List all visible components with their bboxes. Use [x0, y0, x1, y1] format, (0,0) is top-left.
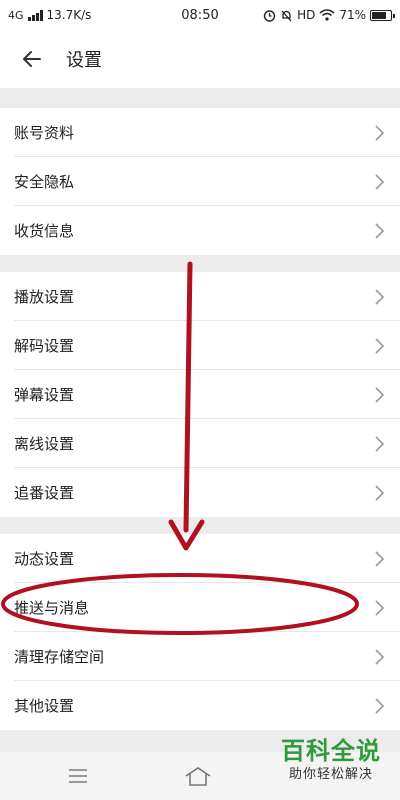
list-item-label: 推送与消息 [14, 599, 90, 617]
status-right: HD 71% [263, 8, 395, 22]
chevron-right-icon [375, 599, 385, 616]
list-item-offline-settings[interactable]: 离线设置 [0, 419, 400, 468]
alarm-icon [263, 9, 276, 22]
list-item-label: 收货信息 [14, 222, 75, 240]
list-item-playback-settings[interactable]: 播放设置 [0, 272, 400, 321]
status-left: 4G 13.7K/s [8, 8, 91, 22]
settings-group-account: 账号资料 安全隐私 收货信息 [0, 108, 400, 255]
list-item-account-profile[interactable]: 账号资料 [0, 108, 400, 157]
list-item-follow-settings[interactable]: 追番设置 [0, 468, 400, 517]
list-item-label: 解码设置 [14, 337, 75, 355]
arrow-left-icon[interactable] [12, 39, 52, 79]
list-item-label: 账号资料 [14, 124, 75, 142]
signal-icon [27, 9, 43, 21]
status-bar: 4G 13.7K/s 08:50 HD 71% [0, 0, 400, 30]
list-item-shipping-info[interactable]: 收货信息 [0, 206, 400, 255]
watermark-logo: 百科全说 助你轻松解决 [268, 736, 394, 796]
page-title: 设置 [66, 50, 102, 71]
battery-icon [370, 9, 395, 21]
settings-group-playback: 播放设置 解码设置 弹幕设置 离线设置 追番设置 [0, 272, 400, 517]
settings-group-other: 动态设置 推送与消息 清理存储空间 其他设置 [0, 534, 400, 730]
list-item-other-settings[interactable]: 其他设置 [0, 681, 400, 730]
list-item-label: 弹幕设置 [14, 386, 75, 404]
list-item-decode-settings[interactable]: 解码设置 [0, 321, 400, 370]
network-type: 4G [8, 8, 24, 22]
list-item-push-messages[interactable]: 推送与消息 [0, 583, 400, 632]
list-item-security-privacy[interactable]: 安全隐私 [0, 157, 400, 206]
chevron-right-icon [375, 337, 385, 354]
home-icon[interactable] [158, 752, 238, 800]
hd-label: HD [297, 8, 316, 22]
chevron-right-icon [375, 222, 385, 239]
chevron-right-icon [375, 697, 385, 714]
chevron-right-icon [375, 648, 385, 665]
list-item-danmaku-settings[interactable]: 弹幕设置 [0, 370, 400, 419]
list-item-label: 播放设置 [14, 288, 75, 306]
watermark-title: 百科全说 [281, 737, 381, 765]
watermark-subtitle: 助你轻松解决 [288, 767, 373, 782]
chevron-right-icon [375, 484, 385, 501]
chevron-right-icon [375, 288, 385, 305]
list-item-label: 其他设置 [14, 697, 75, 715]
menu-icon[interactable] [38, 752, 118, 800]
chevron-right-icon [375, 173, 385, 190]
wifi-icon [319, 9, 335, 21]
app-header: 设置 [0, 30, 400, 88]
mute-bell-icon [281, 10, 292, 21]
list-item-label: 追番设置 [14, 484, 75, 502]
chevron-right-icon [375, 435, 385, 452]
list-item-label: 动态设置 [14, 550, 75, 568]
list-item-clear-storage[interactable]: 清理存储空间 [0, 632, 400, 681]
chevron-right-icon [375, 124, 385, 141]
chevron-right-icon [375, 386, 385, 403]
battery-percent: 71% [339, 8, 366, 22]
network-speed: 13.7K/s [46, 8, 92, 22]
list-item-label: 清理存储空间 [14, 648, 105, 666]
chevron-right-icon [375, 550, 385, 567]
list-item-feed-settings[interactable]: 动态设置 [0, 534, 400, 583]
list-item-label: 离线设置 [14, 435, 75, 453]
list-item-label: 安全隐私 [14, 173, 75, 191]
